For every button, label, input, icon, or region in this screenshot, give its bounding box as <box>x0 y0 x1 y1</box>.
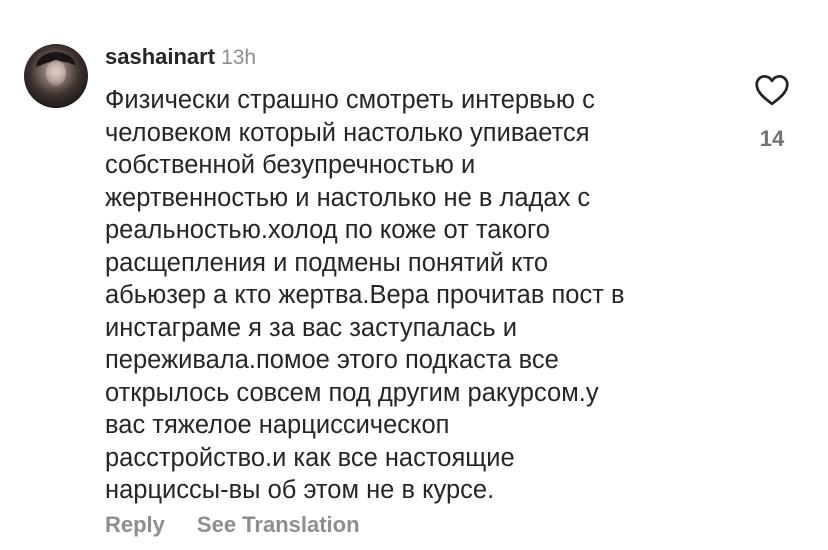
like-button[interactable] <box>754 74 790 106</box>
like-count: 14 <box>759 126 785 151</box>
username[interactable]: sashainart <box>105 44 215 69</box>
reply-button[interactable]: Reply <box>105 512 165 537</box>
see-translation-button[interactable]: See Translation <box>197 512 360 537</box>
avatar-face <box>46 60 66 86</box>
heart-outline-icon <box>755 74 789 106</box>
avatar[interactable] <box>24 44 88 108</box>
comment: sashainart 13h Физически страшно смотреть… <box>0 0 828 550</box>
comment-header: sashainart 13h <box>105 44 256 72</box>
comment-actions: Reply See Translation <box>105 512 360 538</box>
timestamp: 13h <box>221 46 257 69</box>
comment-text: Физически страшно смотреть интервью с че… <box>105 86 625 504</box>
